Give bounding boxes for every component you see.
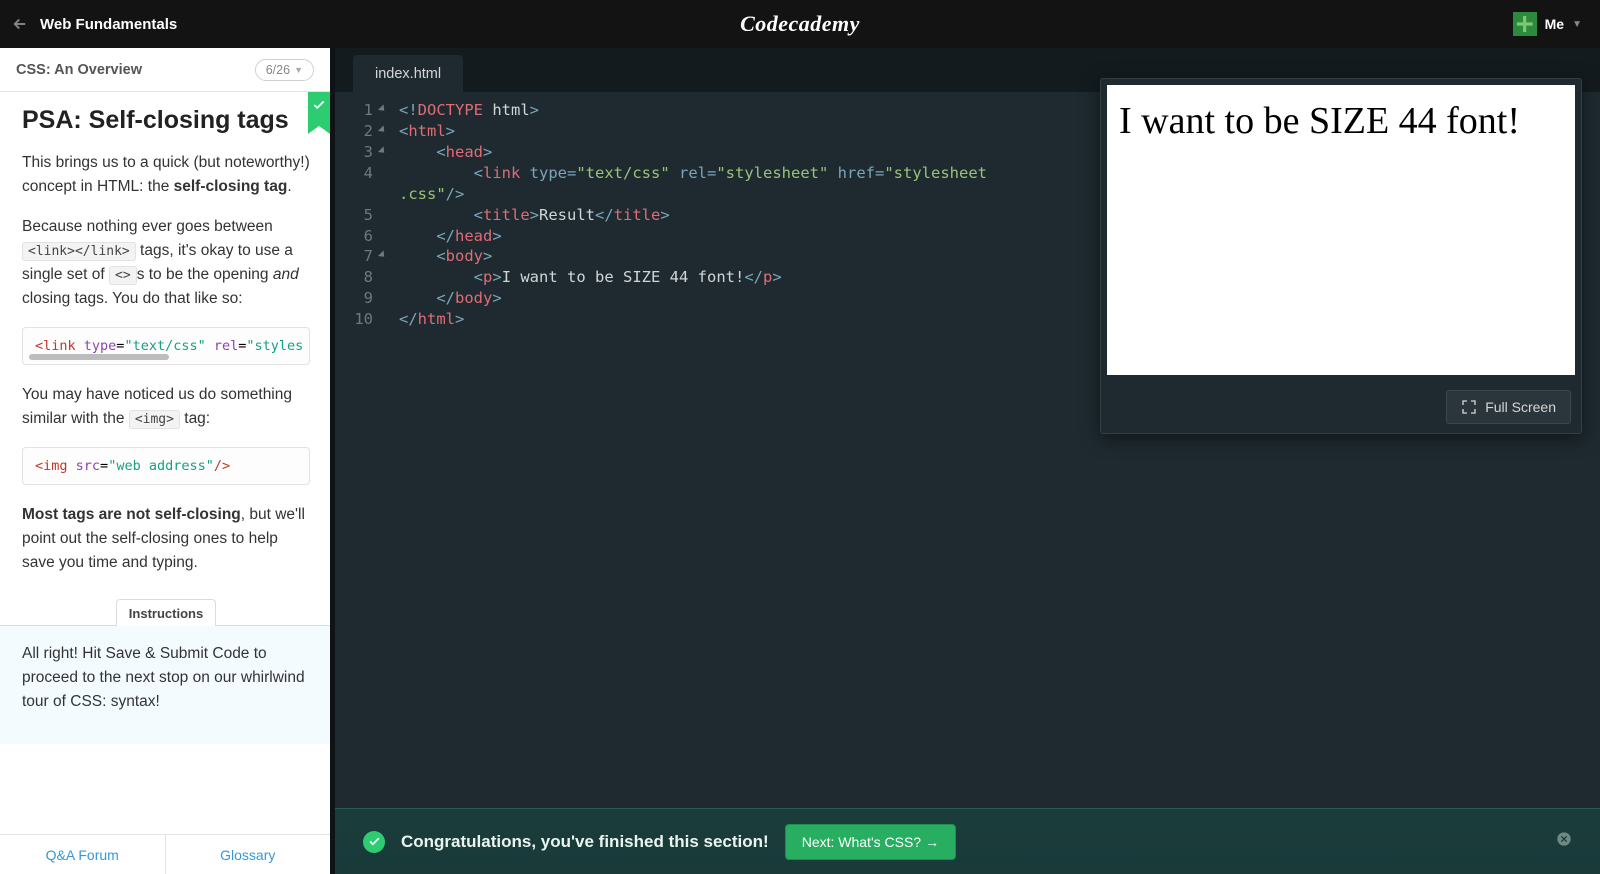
inline-code: <img> (129, 410, 180, 429)
lesson-paragraph: You may have noticed us do something sim… (22, 383, 310, 431)
step-selector[interactable]: 6/26 ▼ (255, 59, 314, 81)
lesson-paragraph: Because nothing ever goes between <link>… (22, 215, 310, 311)
preview-output: I want to be SIZE 44 font! (1107, 85, 1575, 375)
qa-forum-link[interactable]: Q&A Forum (0, 835, 165, 874)
preview-panel: I want to be SIZE 44 font! Full Screen (1100, 78, 1582, 434)
chevron-down-icon: ▼ (294, 65, 303, 75)
code-example: <link type="text/css" rel="styles (22, 327, 310, 365)
check-icon (363, 831, 385, 853)
user-label: Me (1545, 16, 1564, 32)
lesson-panel: CSS: An Overview 6/26 ▼ PSA: Self-closin… (0, 48, 330, 874)
file-tab[interactable]: index.html (353, 55, 463, 92)
lesson-paragraph: This brings us to a quick (but noteworth… (22, 151, 310, 199)
editor-area: index.html 1 2 3 4 5 6 7 8 9 10 <!DOCTYP… (330, 48, 1600, 874)
preview-text: I want to be SIZE 44 font! (1119, 100, 1520, 142)
section-title: CSS: An Overview (16, 62, 255, 78)
horizontal-scrollbar[interactable] (29, 354, 169, 360)
user-menu[interactable]: Me ▼ (1513, 12, 1600, 36)
code-example: <img src="web address"/> (22, 447, 310, 485)
instructions-body: All right! Hit Save & Submit Code to pro… (0, 625, 330, 744)
brand-logo: Codecademy (740, 11, 860, 37)
step-indicator: 6/26 (266, 63, 290, 77)
fullscreen-button[interactable]: Full Screen (1446, 390, 1571, 424)
course-title: Web Fundamentals (40, 16, 177, 33)
success-message: Congratulations, you've finished this se… (401, 832, 769, 852)
top-bar: Web Fundamentals Codecademy Me ▼ (0, 0, 1600, 48)
next-button[interactable]: Next: What's CSS?→ (785, 824, 956, 860)
fullscreen-icon (1461, 399, 1477, 415)
chevron-down-icon: ▼ (1572, 19, 1582, 30)
lesson-content[interactable]: PSA: Self-closing tags This brings us to… (0, 92, 330, 834)
avatar (1513, 12, 1537, 36)
preview-toolbar: Full Screen (1101, 381, 1581, 433)
inline-code: <> (109, 266, 137, 285)
instructions-tab: Instructions (116, 599, 216, 626)
complete-ribbon (308, 92, 330, 126)
lesson-footer: Q&A Forum Glossary (0, 834, 330, 874)
lesson-paragraph: Most tags are not self-closing, but we'l… (22, 503, 310, 575)
line-gutter: 1 2 3 4 5 6 7 8 9 10 (335, 100, 381, 874)
glossary-link[interactable]: Glossary (166, 835, 331, 874)
back-button[interactable] (0, 15, 40, 33)
lesson-heading: PSA: Self-closing tags (22, 106, 310, 135)
workspace: CSS: An Overview 6/26 ▼ PSA: Self-closin… (0, 48, 1600, 874)
inline-code: <link></link> (22, 242, 136, 261)
lesson-header: CSS: An Overview 6/26 ▼ (0, 48, 330, 92)
close-button[interactable] (1556, 831, 1572, 852)
success-bar: Congratulations, you've finished this se… (335, 808, 1600, 874)
